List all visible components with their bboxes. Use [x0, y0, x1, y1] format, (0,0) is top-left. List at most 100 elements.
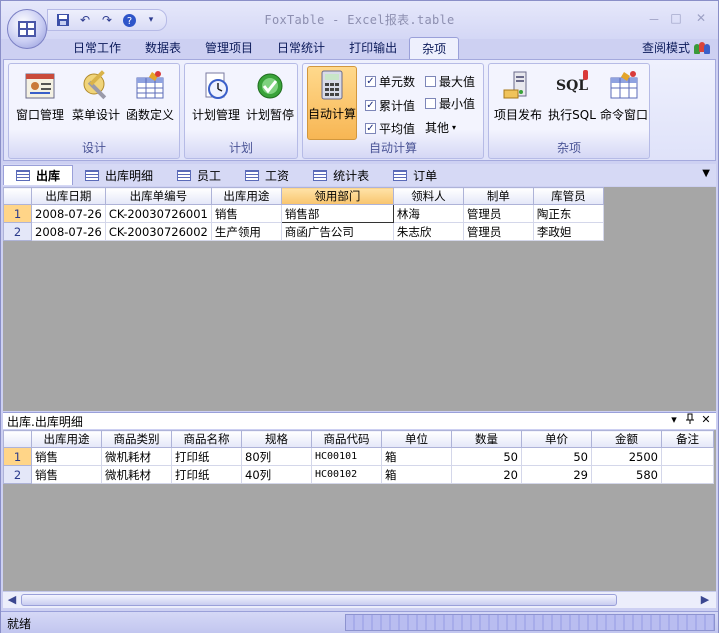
table-cell[interactable]: CK-20030726002 — [104, 222, 212, 241]
table-cell[interactable]: 生产领用 — [210, 222, 282, 241]
checkbox-cell-count-box[interactable]: ✓ — [365, 76, 376, 87]
table-cell[interactable]: 微机耗材 — [101, 465, 172, 484]
column-header[interactable]: 库管员 — [532, 187, 604, 205]
scrollbar-thumb[interactable] — [21, 594, 617, 606]
table-cell[interactable]: 箱 — [381, 465, 452, 484]
table-cell[interactable]: HC00102 — [311, 465, 382, 484]
table-cell[interactable]: 销售 — [31, 447, 102, 466]
scroll-right-icon[interactable]: ▶ — [698, 593, 712, 606]
pin-icon[interactable] — [683, 413, 697, 428]
table-cell[interactable] — [661, 465, 714, 484]
column-header[interactable]: 商品名称 — [171, 430, 242, 448]
view-mode[interactable]: 查阅模式 — [642, 39, 710, 56]
column-header[interactable]: 领料人 — [392, 187, 464, 205]
table-cell[interactable]: 打印纸 — [171, 447, 242, 466]
checkbox-average[interactable]: ✓ 平均值 — [365, 120, 415, 137]
sheet-tab-statistics[interactable]: 统计表 — [301, 165, 381, 185]
column-header[interactable]: 领用部门 — [280, 187, 394, 205]
column-header[interactable]: 出库单编号 — [104, 187, 212, 205]
tab-daily-statistics[interactable]: 日常统计 — [265, 37, 337, 59]
tab-project-management[interactable]: 管理项目 — [193, 37, 265, 59]
tab-misc[interactable]: 杂项 — [409, 37, 460, 59]
column-header[interactable]: 出库日期 — [31, 187, 106, 205]
tab-daily-work[interactable]: 日常工作 — [61, 37, 133, 59]
table-cell[interactable]: 箱 — [381, 447, 452, 466]
sheet-tab-salary[interactable]: 工资 — [233, 165, 301, 185]
table-cell[interactable]: 40列 — [241, 465, 312, 484]
table-cell[interactable]: 20 — [451, 465, 522, 484]
tabs-dropdown-icon[interactable]: ▼ — [702, 168, 710, 179]
table-cell[interactable]: 2008-07-26 — [31, 222, 106, 241]
table-cell[interactable]: 微机耗材 — [101, 447, 172, 466]
column-header[interactable]: 出库用途 — [31, 430, 102, 448]
row-number[interactable]: 2 — [3, 465, 32, 484]
column-header[interactable]: 规格 — [241, 430, 312, 448]
minimize-button[interactable]: － — [644, 11, 664, 27]
table-cell[interactable]: 29 — [521, 465, 592, 484]
run-sql-button[interactable]: SQL 执行SQL — [545, 68, 599, 140]
tab-data-table[interactable]: 数据表 — [133, 37, 193, 59]
table-cell[interactable]: 陶正东 — [532, 204, 604, 223]
tab-print-output[interactable]: 打印输出 — [337, 37, 409, 59]
menu-design-button[interactable]: 菜单设计 — [69, 68, 123, 140]
checkbox-cumulative[interactable]: ✓ 累计值 — [365, 97, 415, 114]
row-number[interactable]: 1 — [3, 204, 32, 223]
table-row[interactable]: 1 销售 微机耗材 打印纸 80列 HC00101 箱 50 50 2500 — [3, 447, 714, 466]
table-cell[interactable]: 2500 — [591, 447, 662, 466]
checkbox-average-box[interactable]: ✓ — [365, 123, 376, 134]
table-cell[interactable]: 商函广告公司 — [280, 222, 394, 241]
column-header[interactable]: 金额 — [591, 430, 662, 448]
plan-manage-button[interactable]: 计划管理 — [189, 68, 243, 140]
table-row[interactable]: 2 销售 微机耗材 打印纸 40列 HC00102 箱 20 29 580 — [3, 465, 714, 484]
function-define-button[interactable]: 函数定义 — [123, 68, 177, 140]
table-cell[interactable]: 580 — [591, 465, 662, 484]
app-menu-button[interactable] — [7, 9, 47, 49]
sheet-tab-orders[interactable]: 订单 — [381, 165, 449, 185]
checkbox-min-box[interactable] — [425, 98, 436, 109]
column-header[interactable]: 备注 — [661, 430, 714, 448]
panel-close-icon[interactable]: ✕ — [699, 413, 713, 426]
project-publish-button[interactable]: 项目发布 — [491, 68, 545, 140]
table-row[interactable]: 2 2008-07-26 CK-20030726002 生产领用 商函广告公司 … — [3, 222, 604, 241]
close-button[interactable]: ✕ — [691, 11, 711, 27]
horizontal-scrollbar[interactable]: ◀ ▶ — [3, 591, 716, 608]
maximize-button[interactable]: □ — [666, 11, 686, 27]
table-cell[interactable]: HC00101 — [311, 447, 382, 466]
column-header[interactable]: 数量 — [451, 430, 522, 448]
corner-cell[interactable] — [3, 187, 32, 205]
table-cell[interactable]: 朱志欣 — [392, 222, 464, 241]
command-window-button[interactable]: 命令窗口 — [597, 68, 651, 140]
checkbox-cell-count[interactable]: ✓ 单元数 — [365, 73, 415, 90]
panel-menu-icon[interactable]: ▾ — [667, 413, 681, 426]
table-cell[interactable]: 50 — [521, 447, 592, 466]
column-header[interactable]: 单位 — [381, 430, 452, 448]
column-header[interactable]: 单价 — [521, 430, 592, 448]
sheet-tab-outbound[interactable]: 出库 — [3, 165, 74, 185]
column-header[interactable]: 商品类别 — [101, 430, 172, 448]
other-dropdown[interactable]: 其他 ▾ — [425, 119, 456, 136]
checkbox-max-box[interactable] — [425, 76, 436, 87]
table-cell[interactable]: 销售 — [31, 465, 102, 484]
plan-pause-button[interactable]: 计划暂停 — [243, 68, 297, 140]
table-cell[interactable]: 管理员 — [462, 222, 534, 241]
column-header[interactable]: 商品代码 — [311, 430, 382, 448]
sheet-tab-employees[interactable]: 员工 — [165, 165, 233, 185]
row-number[interactable]: 1 — [3, 447, 32, 466]
table-cell[interactable]: 销售 — [210, 204, 282, 223]
table-cell[interactable]: 打印纸 — [171, 465, 242, 484]
checkbox-max[interactable]: 最大值 — [425, 73, 475, 90]
column-header[interactable]: 出库用途 — [210, 187, 282, 205]
sheet-tab-outbound-detail[interactable]: 出库明细 — [73, 165, 165, 185]
table-cell[interactable]: 2008-07-26 — [31, 204, 106, 223]
table-cell[interactable]: CK-20030726001 — [104, 204, 212, 223]
table-cell[interactable]: 80列 — [241, 447, 312, 466]
row-number[interactable]: 2 — [3, 222, 32, 241]
table-row[interactable]: 1 2008-07-26 CK-20030726001 销售 销售部 林海 管理… — [3, 204, 604, 223]
checkbox-cumulative-box[interactable]: ✓ — [365, 100, 376, 111]
checkbox-min[interactable]: 最小值 — [425, 95, 475, 112]
autocalc-button[interactable]: 自动计算 — [307, 66, 357, 140]
corner-cell[interactable] — [3, 430, 32, 448]
table-cell[interactable]: 林海 — [392, 204, 464, 223]
table-cell[interactable]: 管理员 — [462, 204, 534, 223]
column-header[interactable]: 制单 — [462, 187, 534, 205]
